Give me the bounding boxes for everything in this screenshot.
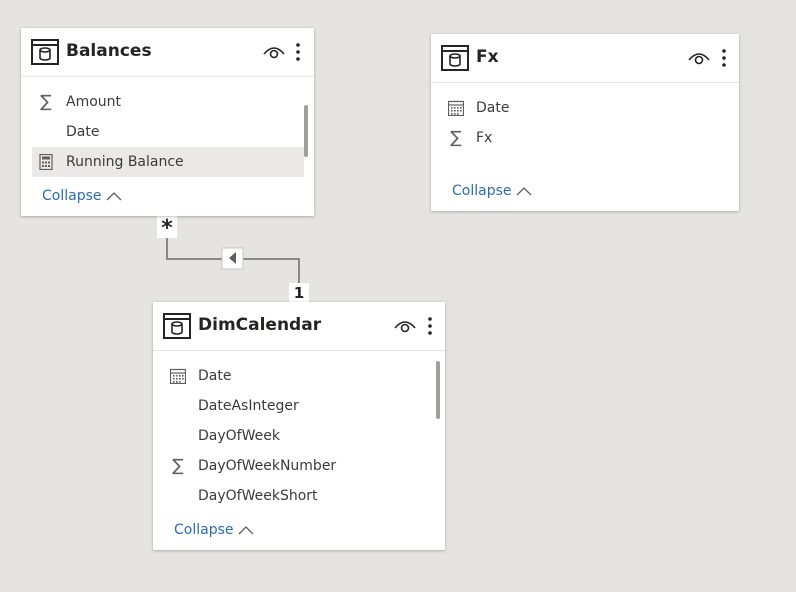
chevron-up-icon xyxy=(238,526,253,535)
eye-icon[interactable] xyxy=(688,51,710,65)
field-row-running-balance[interactable]: Running Balance xyxy=(32,147,304,177)
scrollbar-thumb[interactable] xyxy=(436,361,440,419)
collapse-label: Collapse xyxy=(42,188,102,204)
field-label: Running Balance xyxy=(66,154,184,170)
table-icon xyxy=(163,313,191,339)
table-title: Fx xyxy=(476,47,499,67)
eye-icon[interactable] xyxy=(394,319,416,333)
collapse-label: Collapse xyxy=(452,183,512,199)
field-label: Date xyxy=(198,368,232,384)
cardinality-one-label: 1 xyxy=(289,283,309,303)
dimcalendar-table-card[interactable]: DimCalendar Date DateAsInteger DayOfWeek… xyxy=(153,302,445,550)
collapse-link[interactable]: Collapse xyxy=(42,188,122,204)
field-row-date[interactable]: Date xyxy=(442,93,727,123)
field-label: DayOfWeekShort xyxy=(198,488,318,504)
table-icon xyxy=(441,45,469,71)
eye-icon[interactable] xyxy=(263,45,285,59)
field-row-date[interactable]: Date xyxy=(32,117,304,147)
fx-header[interactable]: Fx xyxy=(431,34,739,83)
collapse-link[interactable]: Collapse xyxy=(452,183,532,199)
field-label: Date xyxy=(476,100,510,116)
field-row-dateasinteger[interactable]: DateAsInteger xyxy=(164,391,436,421)
more-options-icon[interactable] xyxy=(427,316,433,336)
field-row-dayofweekshort[interactable]: DayOfWeekShort xyxy=(164,481,436,511)
sigma-icon: ∑ xyxy=(450,128,462,148)
table-title: DimCalendar xyxy=(198,315,322,335)
balances-header[interactable]: Balances xyxy=(21,28,314,77)
sigma-icon: ∑ xyxy=(40,92,52,112)
calculator-icon xyxy=(39,154,53,170)
field-label: Date xyxy=(66,124,100,140)
sigma-icon: ∑ xyxy=(172,456,184,476)
field-label: DayOfWeekNumber xyxy=(198,458,337,474)
chevron-up-icon xyxy=(106,192,121,201)
table-title: Balances xyxy=(66,41,152,61)
collapse-link[interactable]: Collapse xyxy=(174,522,254,538)
more-options-icon[interactable] xyxy=(295,42,301,62)
field-row-dayofweeknumber[interactable]: ∑ DayOfWeekNumber xyxy=(164,451,436,481)
field-label: Fx xyxy=(476,130,493,146)
field-row-dayofweek[interactable]: DayOfWeek xyxy=(164,421,436,451)
collapse-label: Collapse xyxy=(174,522,234,538)
table-icon xyxy=(31,39,59,65)
field-label: DateAsInteger xyxy=(198,398,299,414)
more-options-icon[interactable] xyxy=(721,48,727,68)
balances-table-card[interactable]: Balances ∑ Amount Date Running Balance C… xyxy=(21,28,314,216)
field-label: Amount xyxy=(66,94,122,110)
field-row-amount[interactable]: ∑ Amount xyxy=(32,87,304,117)
dimcalendar-header[interactable]: DimCalendar xyxy=(153,302,445,351)
cardinality-many-label: * xyxy=(157,216,177,241)
field-row-date[interactable]: Date xyxy=(164,361,436,391)
fx-table-card[interactable]: Fx Date ∑ Fx Collapse xyxy=(431,34,739,211)
field-label: DayOfWeek xyxy=(198,428,280,444)
calendar-icon xyxy=(448,100,464,116)
field-row-fx[interactable]: ∑ Fx xyxy=(442,123,727,153)
calendar-icon xyxy=(170,368,186,384)
chevron-up-icon xyxy=(516,187,531,196)
scrollbar-thumb[interactable] xyxy=(304,105,308,157)
